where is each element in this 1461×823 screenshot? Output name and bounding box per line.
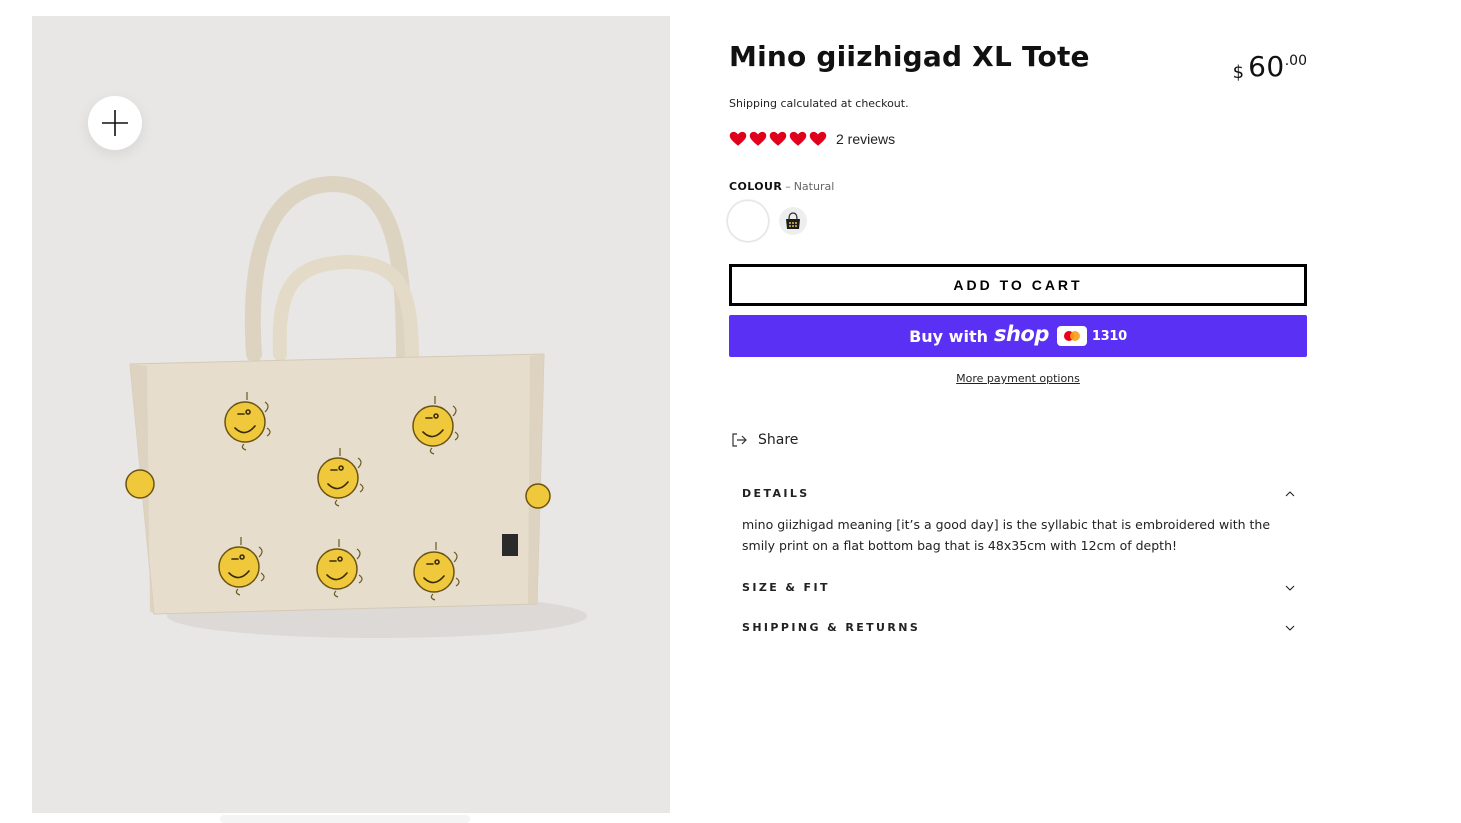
mastercard-icon (1056, 326, 1087, 346)
accordion-size-fit-header[interactable]: SIZE & FIT (742, 581, 1295, 594)
accordion-size-fit: SIZE & FIT (742, 581, 1295, 594)
shop-pay-buy-with: Buy with (909, 326, 988, 346)
swatch-natural[interactable] (727, 200, 769, 242)
heart-icon (789, 131, 807, 146)
heart-icon (809, 131, 827, 146)
product-price: $ 60 .00 (1233, 50, 1307, 83)
share-icon (732, 433, 747, 447)
swatch-black[interactable] (779, 207, 807, 235)
heart-icon (769, 131, 787, 146)
colour-label-dash: – (785, 180, 791, 193)
colour-label-key: COLOUR (729, 180, 783, 193)
accordion-shipping-returns-header[interactable]: SHIPPING & RETURNS (742, 621, 1295, 634)
price-currency: $ (1232, 62, 1245, 83)
accordion-details-title: DETAILS (742, 487, 810, 500)
colour-swatches (727, 200, 807, 242)
chevron-up-icon (1285, 490, 1295, 496)
share-label: Share (758, 432, 799, 448)
price-amount: 60 (1248, 50, 1285, 83)
accordion-details-body: mino giizhigad meaning [it’s a good day]… (742, 517, 1271, 553)
shipping-link[interactable]: Shipping (729, 97, 777, 110)
price-cents: .00 (1284, 53, 1307, 69)
accordion-size-fit-title: SIZE & FIT (742, 581, 830, 594)
zoom-button[interactable] (88, 96, 142, 150)
accordion-shipping-returns: SHIPPING & RETURNS (742, 621, 1295, 634)
shipping-note: Shipping calculated at checkout. (729, 97, 909, 110)
rating-hearts (729, 130, 827, 148)
reviews-count[interactable]: 2 reviews (836, 131, 895, 147)
share-button[interactable]: Share (731, 432, 798, 448)
more-payment-options: More payment options (729, 372, 1307, 385)
shop-pay-button[interactable]: Buy with shop 1310 (729, 315, 1307, 357)
accordion-details-header[interactable]: DETAILS (742, 487, 1295, 500)
heart-icon (749, 131, 767, 146)
heart-icon (729, 131, 747, 146)
accordion-shipping-returns-title: SHIPPING & RETURNS (742, 621, 921, 634)
mastercard-logo (1063, 331, 1080, 341)
add-to-cart-button[interactable]: ADD TO CART (729, 264, 1307, 306)
accordion-details: DETAILS mino giizhigad meaning [it’s a g… (742, 487, 1295, 556)
more-payment-options-link[interactable]: More payment options (956, 372, 1080, 385)
product-gallery (32, 16, 670, 813)
plus-icon (102, 110, 128, 136)
gallery-scroll-indicator (220, 815, 470, 823)
black-tote-thumbnail-icon (786, 212, 800, 229)
shipping-note-text: calculated at checkout. (777, 97, 909, 110)
card-last4: 1310 (1091, 328, 1127, 344)
chevron-down-icon (1285, 585, 1295, 591)
colour-label-value: Natural (793, 180, 835, 193)
shop-pay-logo: shop (993, 322, 1049, 346)
product-rating[interactable]: 2 reviews (729, 130, 895, 148)
chevron-down-icon (1285, 625, 1295, 631)
colour-label: COLOUR – Natural (729, 180, 834, 193)
product-title: Mino giizhigad XL Tote (729, 40, 1090, 73)
